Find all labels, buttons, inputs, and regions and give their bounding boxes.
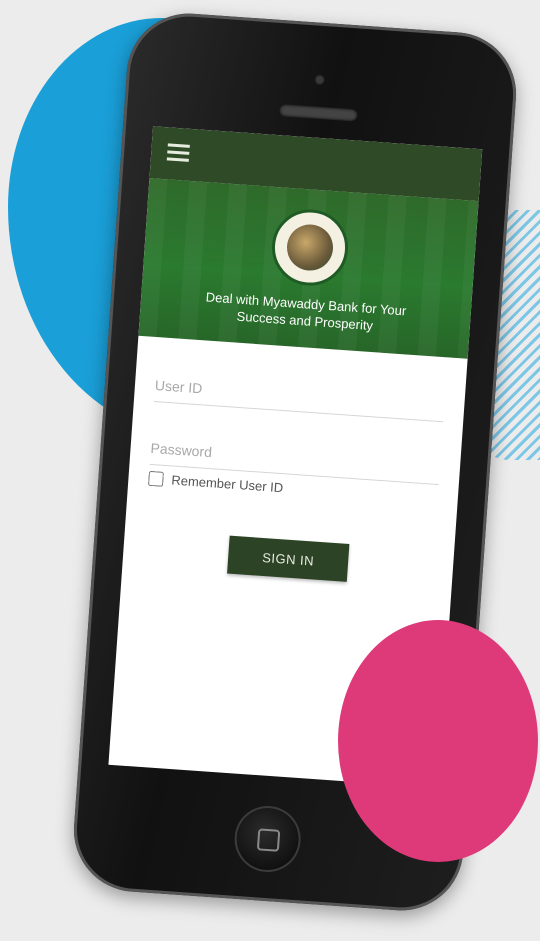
home-button-icon[interactable]	[232, 803, 303, 875]
login-form: Remember User ID SIGN IN	[122, 336, 467, 589]
bank-logo-icon	[269, 206, 351, 289]
hamburger-menu-icon[interactable]	[166, 143, 190, 162]
banner-tagline: Deal with Myawaddy Bank for Your Success…	[205, 289, 407, 334]
mockup-stage: Deal with Myawaddy Bank for Your Success…	[0, 0, 540, 941]
remember-user-id-label: Remember User ID	[170, 472, 284, 496]
decorative-pink-blob	[338, 620, 538, 862]
remember-user-id-checkbox[interactable]	[147, 470, 164, 487]
user-id-input[interactable]	[153, 367, 446, 423]
front-camera	[314, 74, 326, 86]
hero-banner: Deal with Myawaddy Bank for Your Success…	[138, 178, 479, 359]
logo-emblem	[285, 222, 335, 273]
sign-in-button[interactable]: SIGN IN	[227, 535, 350, 582]
home-square-glyph	[256, 828, 281, 852]
earpiece-speaker	[279, 104, 358, 122]
